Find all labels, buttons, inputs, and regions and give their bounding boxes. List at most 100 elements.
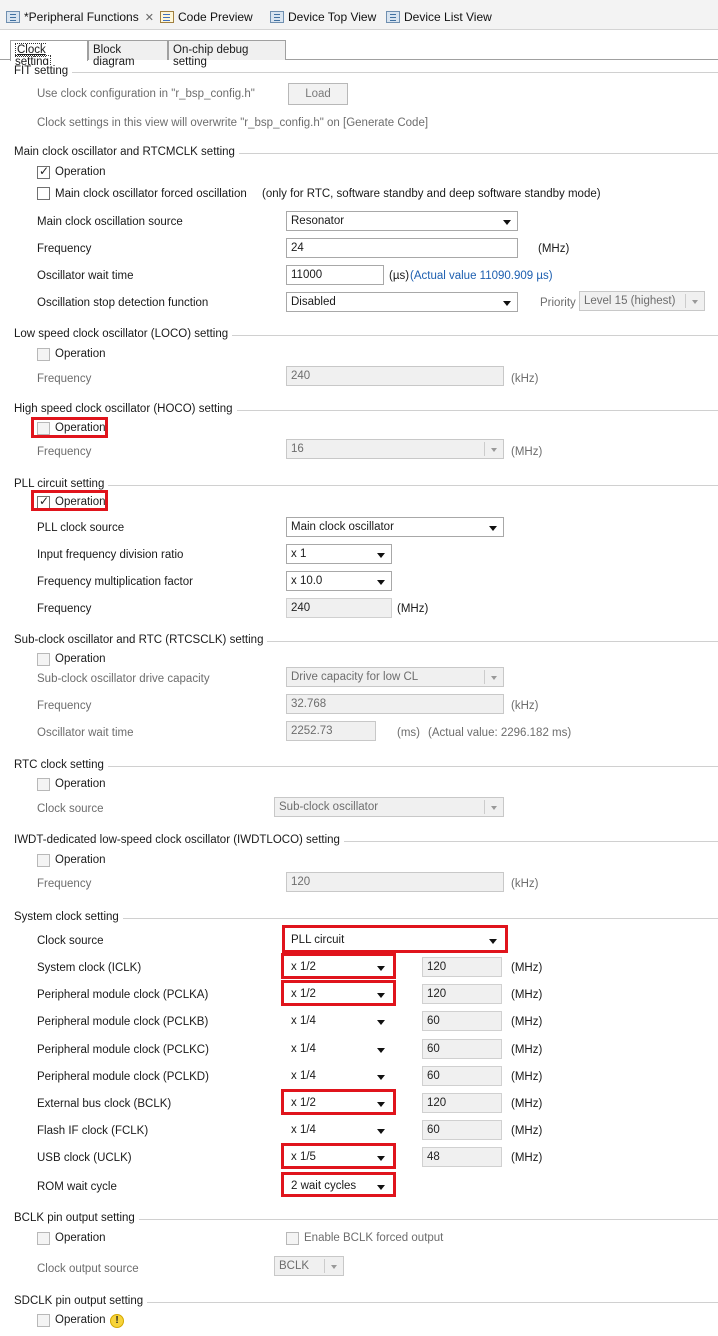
sub-wait-actual: (Actual value: 2296.182 ms) [428,727,572,739]
tab-device-top-view[interactable]: Device Top View [270,6,376,28]
main-source-select[interactable]: Resonator [286,211,518,231]
main-source-label: Main clock oscillation source [37,216,183,228]
iwdt-operation-label: Operation [55,854,106,866]
loco-freq-input: 240 [286,366,504,386]
tab-device-list-view[interactable]: Device List View [386,6,492,28]
loco-group-title: Low speed clock oscillator (LOCO) settin… [14,328,233,340]
tab-code-preview[interactable]: Code Preview [160,6,253,28]
sub-operation-label: Operation [55,653,106,665]
main-operation-checkbox[interactable] [37,164,50,179]
sub-operation-checkbox[interactable] [37,653,50,666]
sdclk-group-title: SDCLK pin output setting [14,1295,148,1307]
sub-drive-divider [484,670,485,684]
device-grid-icon [270,11,284,23]
priority-label: Priority [540,297,576,309]
sub-drive-label: Sub-clock oscillator drive capacity [37,673,210,685]
sdclk-operation-label: Operation [55,1314,106,1326]
sys-row-freq: 120 [422,1093,502,1113]
sys-row-freq: 48 [422,1147,502,1168]
pll-div-select[interactable]: x 1 [286,544,392,564]
sys-row-unit: (MHz) [511,1125,543,1138]
sys-row-freq: 120 [422,984,502,1005]
highlight-rom-wait [281,1172,396,1197]
highlight-sys-row [281,980,396,1007]
main-stop-select[interactable]: Disabled [286,292,518,312]
rtc-operation-label: Operation [55,778,106,790]
rtc-source-value: Sub-clock oscillator [279,801,379,813]
sys-row-divider-select[interactable]: x 1/4 [286,1066,392,1086]
main-freq-input[interactable]: 24 [286,238,518,258]
pll-source-label: PLL clock source [37,522,125,534]
sub-freq-unit: (kHz) [511,700,539,712]
editor-tab-bar: *Peripheral Functions ✕ Code Preview Devi… [0,0,718,30]
fit-note: Clock settings in this view will overwri… [37,117,429,129]
highlight-sys-row [281,953,396,979]
sys-row-label: Peripheral module clock (PCLKD) [37,1070,209,1083]
rtc-source-label: Clock source [37,803,104,815]
main-forced-note: (only for RTC, software standby and deep… [262,188,601,200]
pll-source-select[interactable]: Main clock oscillator [286,517,504,537]
main-operation-label: Operation [55,166,106,178]
main-forced-checkbox[interactable] [37,187,50,200]
sys-row-label: System clock (ICLK) [37,962,142,974]
highlight-pll-operation [31,490,108,511]
sys-row-freq: 60 [422,1011,502,1032]
main-group-title: Main clock oscillator and RTCMCLK settin… [14,146,239,158]
sys-row-label: Peripheral module clock (PCLKC) [37,1043,209,1056]
bclk-forced-label: Enable BCLK forced output [304,1232,444,1244]
hoco-freq-unit: (MHz) [511,446,543,458]
tab-block-diagram[interactable]: Block diagram [88,40,168,68]
fit-group-line [14,72,718,73]
iwdt-freq-unit: (kHz) [511,878,539,890]
sys-row-unit: (MHz) [511,962,543,974]
tab-peripheral-functions[interactable]: *Peripheral Functions ✕ [6,6,154,28]
pll-mul-select[interactable]: x 10.0 [286,571,392,591]
sys-row-label: Flash IF clock (FCLK) [37,1125,149,1138]
peripheral-grid-icon [6,11,20,23]
close-icon[interactable]: ✕ [145,11,154,24]
rtc-source-select: Sub-clock oscillator [274,797,504,817]
bclk-source-divider [324,1259,325,1273]
bclk-operation-checkbox[interactable] [37,1232,50,1245]
sys-row-unit: (MHz) [511,1152,543,1165]
loco-operation-checkbox[interactable] [37,348,50,361]
tab-label: Device List View [404,10,492,24]
tab-label: On-chip debug setting [173,44,249,68]
priority-value: Level 15 (highest) [584,295,676,307]
tab-label: Block diagram [93,44,135,68]
iwdt-group-title: IWDT-dedicated low-speed clock oscillato… [14,834,344,846]
tab-clock-setting[interactable]: Clock setting [10,40,88,69]
sub-wait-input: 2252.73 [286,721,376,741]
sys-group-title: System clock setting [14,911,123,923]
warning-icon: ! [110,1314,124,1328]
fit-group-title: FIT setting [14,65,73,77]
sys-source-label: Clock source [37,935,104,947]
sub-drive-select: Drive capacity for low CL [286,667,504,687]
rtc-group-title: RTC clock setting [14,759,108,771]
sys-row-divider-select[interactable]: x 1/4 [286,1120,392,1140]
sdclk-operation-checkbox[interactable] [37,1314,50,1327]
load-button[interactable]: Load [288,83,348,105]
sys-row-unit: (MHz) [511,989,543,1002]
main-wait-input[interactable]: 11000 [286,265,384,285]
sys-row-unit: (MHz) [511,1043,543,1056]
sys-row-label: Peripheral module clock (PCLKB) [37,1016,209,1029]
iwdt-operation-checkbox[interactable] [37,854,50,867]
hoco-group-title: High speed clock oscillator (HOCO) setti… [14,403,237,415]
sys-row-divider-select[interactable]: x 1/4 [286,1039,392,1059]
sys-row-divider-select[interactable]: x 1/4 [286,1011,392,1031]
highlight-sys-row [281,1089,396,1115]
loco-freq-label: Frequency [37,373,92,385]
sys-row-label: External bus clock (BCLK) [37,1098,172,1110]
sys-row-label: USB clock (UCLK) [37,1152,132,1165]
hoco-freq-value: 16 [291,443,304,455]
tab-on-chip-debug[interactable]: On-chip debug setting [168,40,286,68]
main-stop-label: Oscillation stop detection function [37,297,209,309]
tab-label: Device Top View [288,10,377,24]
highlight-sys-row [281,1143,396,1170]
main-wait-label: Oscillator wait time [37,270,134,282]
sub-freq-label: Frequency [37,700,92,712]
rtc-operation-checkbox[interactable] [37,778,50,791]
sys-row-unit: (MHz) [511,1016,543,1029]
sys-row-label: Peripheral module clock (PCLKA) [37,989,209,1002]
